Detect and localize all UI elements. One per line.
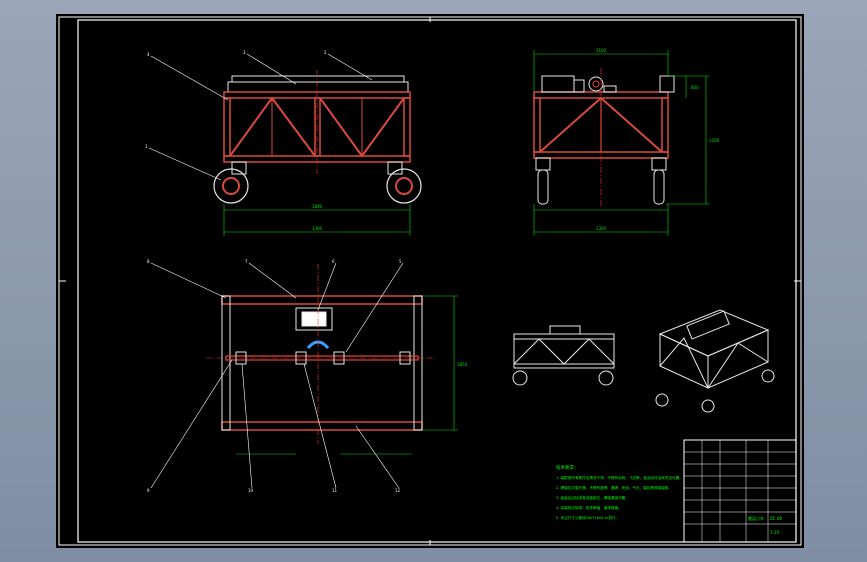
drawing-canvas: 1800 1300 4 3 2 1 1100 800 1200 1300 185… <box>58 16 802 546</box>
top-leader-6 <box>317 262 337 311</box>
iso-front-face <box>659 333 709 389</box>
front-right-post <box>403 97 411 157</box>
iso-side-face <box>707 329 769 389</box>
side-bearing <box>603 85 617 93</box>
notes-line-4: 4. 涂装前应除锈，底漆两遍，面漆两遍。 <box>556 505 622 510</box>
front-leader-1 <box>148 147 222 181</box>
top-frame-left <box>221 295 231 431</box>
front-top-deck <box>227 81 409 93</box>
top-label-8: 8 <box>147 259 150 264</box>
tb-scale: 1:10 <box>770 530 779 535</box>
iso-wheel-1 <box>655 393 669 407</box>
front-label-3: 3 <box>243 50 246 55</box>
top-label-10: 10 <box>248 488 254 493</box>
front-wheel-right <box>386 168 422 204</box>
front-dim-width: 1800 <box>312 204 323 209</box>
side-motor-gear <box>573 79 585 93</box>
top-view: 1850 8 7 6 5 9 10 11 12 <box>147 259 468 493</box>
side-motor-body <box>541 75 575 93</box>
front-leader-3 <box>246 53 297 85</box>
viewer-background: 1800 1300 4 3 2 1 1100 800 1200 1300 185… <box>0 0 867 562</box>
iso-wheel-3 <box>761 369 775 383</box>
side-view: 1100 800 1200 1300 <box>533 48 720 236</box>
iso-top-deck <box>658 309 770 357</box>
front-deck-plate <box>231 75 405 83</box>
title-block-frame <box>683 439 797 543</box>
mini-wheel-left <box>512 370 528 386</box>
side-dim-bottom: 1300 <box>596 226 607 231</box>
mini-front-view <box>512 325 615 386</box>
isometric-view <box>655 309 775 413</box>
side-dim-small: 800 <box>691 85 699 90</box>
top-leader-10 <box>241 363 253 489</box>
side-wheel-left <box>537 169 549 205</box>
notes-line-2: 2. 焊缝应平整光滑，不得有虚焊、漏焊、夹渣、气孔、裂纹等焊接缺陷。 <box>556 485 672 490</box>
side-caster-bracket-right <box>651 157 667 171</box>
side-left-post <box>533 97 541 153</box>
tb-drawing-name: 搬运小车 <box>748 515 764 521</box>
side-drum-hub <box>592 80 600 88</box>
front-label-1: 1 <box>145 144 148 149</box>
top-label-5: 5 <box>399 259 402 264</box>
top-rail-lower <box>221 421 423 431</box>
top-label-6: 6 <box>332 259 335 264</box>
mini-truss <box>513 338 615 365</box>
notes-line-1: 1. 装配前所有零件应清洗干净，不得有毛刺、飞边等，各运动件运转灵活可靠。 <box>556 475 683 480</box>
top-leader-8 <box>150 262 227 299</box>
outer-border <box>58 16 802 546</box>
drawing-sheet: 1800 1300 4 3 2 1 1100 800 1200 1300 185… <box>56 14 804 548</box>
top-label-9: 9 <box>147 488 150 493</box>
front-label-2: 2 <box>324 50 327 55</box>
side-dim-top: 1100 <box>596 48 607 53</box>
side-caster-bracket-left <box>535 157 551 171</box>
side-wheel-right <box>653 169 665 205</box>
top-motor-body <box>301 311 327 327</box>
top-leader-11 <box>303 363 337 489</box>
side-dim-height: 1200 <box>709 138 720 143</box>
notes-line-5: 5. 未注尺寸公差按GB/T1804-m执行。 <box>556 515 619 520</box>
iso-wheel-2 <box>701 399 715 413</box>
top-leader-12 <box>355 425 400 489</box>
top-label-7: 7 <box>245 259 248 264</box>
side-end-block <box>659 75 675 93</box>
mini-top-beam <box>513 333 615 340</box>
front-wheel-left-hub <box>222 177 240 195</box>
top-frame-right <box>413 295 423 431</box>
front-caster-bracket-left <box>231 161 247 175</box>
side-right-post <box>661 97 669 153</box>
top-leader-9 <box>150 359 233 489</box>
front-label-4: 4 <box>147 52 150 57</box>
title-block: 搬运小车 ZC-00 1:10 <box>683 439 797 543</box>
front-dim-wheelbase: 1300 <box>312 226 323 231</box>
tb-drawing-code: ZC-00 <box>770 516 783 521</box>
top-leader-7 <box>248 262 297 299</box>
front-view: 1800 1300 4 3 2 1 <box>145 50 422 236</box>
notes-line-3: 3. 组装后应检查各连接部位，确保紧固可靠。 <box>556 495 629 500</box>
front-leader-4 <box>150 55 229 101</box>
front-wheel-left <box>213 168 249 204</box>
front-mid-post <box>314 97 321 157</box>
front-left-post <box>223 97 231 157</box>
drawing-frame <box>77 19 797 543</box>
top-label-12: 12 <box>395 488 401 493</box>
mini-wheel-right <box>598 370 614 386</box>
top-label-11: 11 <box>332 488 338 493</box>
front-wheel-right-hub <box>395 177 413 195</box>
top-dim-depth: 1850 <box>457 362 468 367</box>
technical-notes: 技术要求： 1. 装配前所有零件应清洗干净，不得有毛刺、飞边等，各运动件运转灵活… <box>556 464 683 520</box>
mini-motor <box>549 325 581 335</box>
notes-title: 技术要求： <box>556 464 579 471</box>
top-leader-5 <box>345 262 404 353</box>
